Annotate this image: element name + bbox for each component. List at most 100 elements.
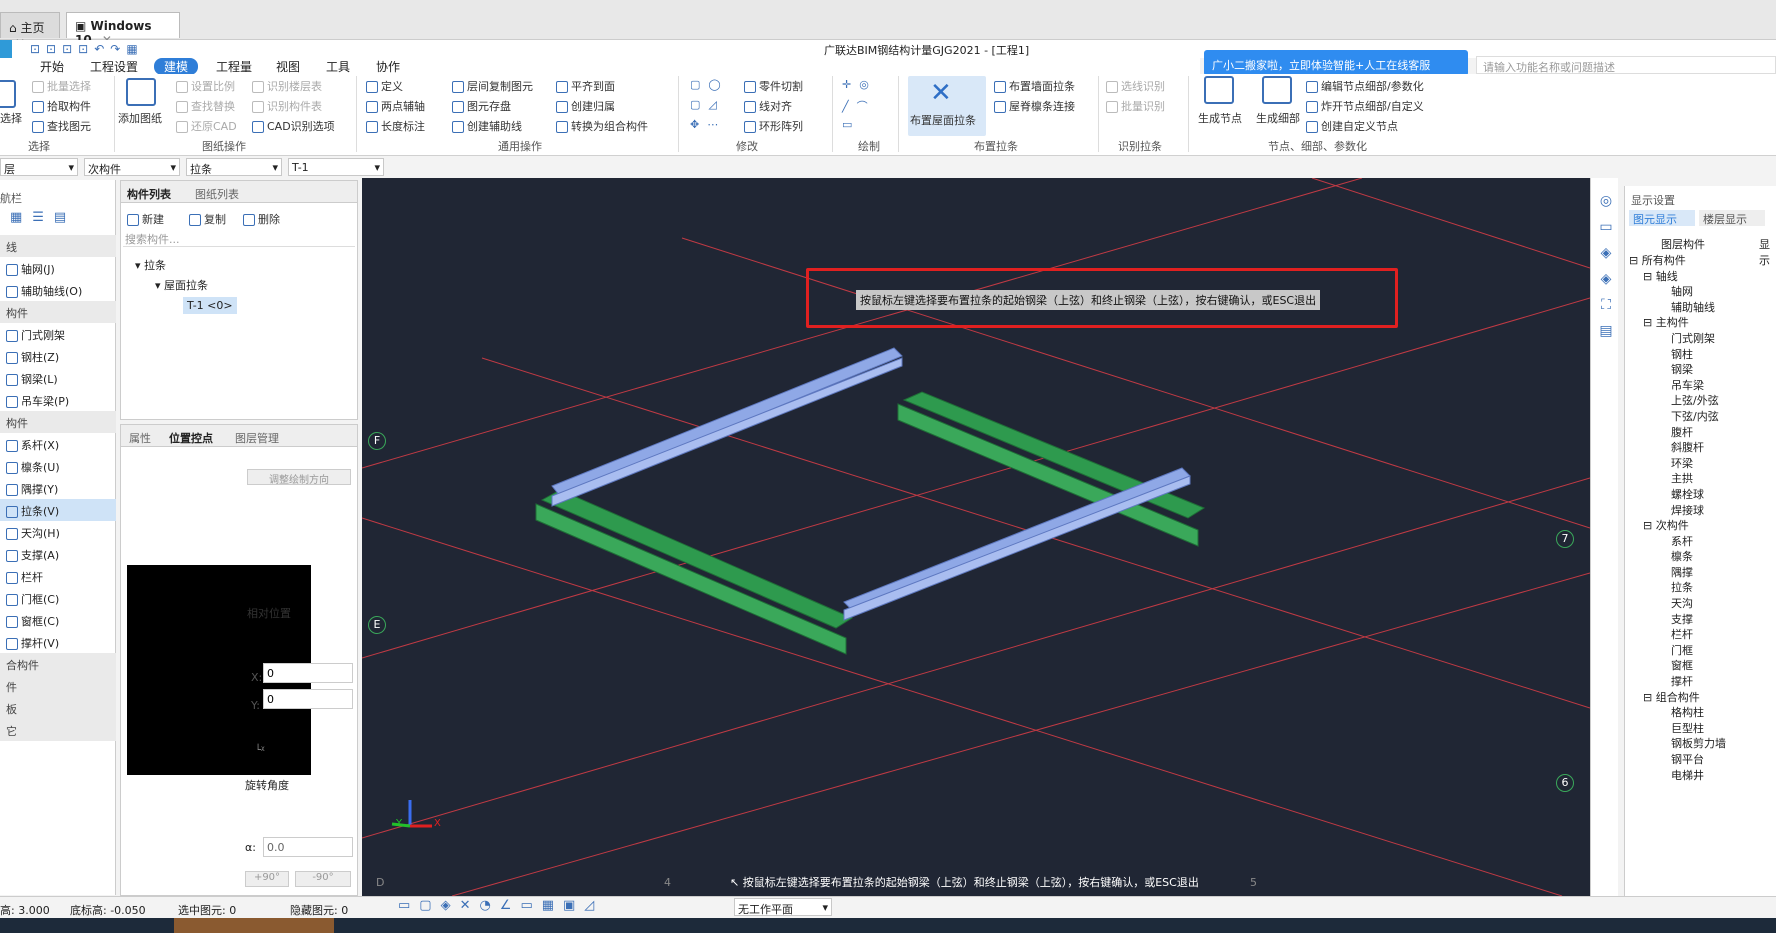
set-scale-button[interactable]: 设置比例 — [176, 78, 235, 94]
layer-tree-item[interactable]: 主拱 — [1625, 470, 1775, 486]
tab-tools[interactable]: 工具 — [322, 58, 354, 75]
create-ownership-button[interactable]: 创建归属 — [556, 98, 615, 114]
layer-tree-item[interactable]: 系杆 — [1625, 533, 1775, 549]
layer-tree-item[interactable]: 撑杆 — [1625, 673, 1775, 689]
explode-node-button[interactable]: 炸开节点细部/自定义 — [1306, 98, 1424, 114]
tab-floor-display[interactable]: 楼层显示 — [1699, 210, 1765, 226]
layer-tree-item[interactable]: 上弦/外弦 — [1625, 392, 1775, 408]
layer-tree-item[interactable]: 门框 — [1625, 642, 1775, 658]
component-search-input[interactable]: 搜索构件... — [123, 229, 355, 247]
steel-beam-green[interactable] — [540, 489, 854, 629]
layer-tree-item[interactable]: 钢柱 — [1625, 346, 1775, 362]
nav-item[interactable]: 钢梁(L) — [0, 367, 116, 389]
workplane-select[interactable]: 无工作平面 ▾ — [734, 898, 832, 916]
layer-tree-item[interactable]: ⊟ 轴线 — [1625, 268, 1775, 284]
find-replace-button[interactable]: 查找替换 — [176, 98, 235, 114]
select-line-recognize-button[interactable]: 选线识别 — [1106, 78, 1165, 94]
nav-item[interactable]: 隅撑(Y) — [0, 477, 116, 499]
tree-node-t1[interactable]: T-1 <0> — [183, 297, 237, 314]
copy-component-button[interactable]: 复制 — [189, 211, 226, 227]
restore-cad-button[interactable]: 还原CAD — [176, 118, 237, 134]
layer-tree-item[interactable]: 辅助轴线 — [1625, 299, 1775, 315]
nav-section[interactable]: 件 — [0, 675, 116, 697]
create-custom-node-button[interactable]: 创建自定义节点 — [1306, 118, 1398, 134]
draw-point-tools[interactable]: ✛◎ — [842, 78, 877, 91]
rotate-plus-90-button[interactable]: +90° — [245, 871, 289, 887]
tab-start[interactable]: 开始 — [36, 58, 68, 75]
draw-rect-tool[interactable]: ▭ — [842, 118, 852, 131]
nav-section[interactable]: 它 — [0, 719, 116, 741]
layer-tree-item[interactable]: 吊车梁 — [1625, 377, 1775, 393]
service-banner[interactable]: 广小二搬家啦，立即体验智能+人工在线客服 — [1204, 50, 1468, 76]
layer-tree-item[interactable]: 栏杆 — [1625, 626, 1775, 642]
tab-properties[interactable]: 属性 — [129, 430, 151, 446]
tab-position-control[interactable]: 位置控点 — [169, 430, 213, 446]
nav-item[interactable]: 檩条(U) — [0, 455, 116, 477]
batch-recognize-button[interactable]: 批量识别 — [1106, 98, 1165, 114]
define-button[interactable]: 定义 — [366, 78, 403, 94]
identify-floor-table-button[interactable]: 识别楼层表 — [252, 78, 322, 94]
layer-tree-item[interactable]: 腹杆 — [1625, 424, 1775, 440]
identify-component-table-button[interactable]: 识别构件表 — [252, 98, 322, 114]
layer-tree-item[interactable]: ⊟ 组合构件 — [1625, 689, 1775, 705]
layer-tree-item[interactable]: 檩条 — [1625, 548, 1775, 564]
layer-tree-item[interactable]: 斜腹杆 — [1625, 439, 1775, 455]
floor-select[interactable]: 层 ▾ — [0, 158, 78, 176]
nav-section[interactable]: 合构件 — [0, 653, 116, 675]
nav-item[interactable]: 天沟(H) — [0, 521, 116, 543]
new-component-button[interactable]: 新建 — [127, 211, 164, 227]
quick-access-toolbar[interactable]: ⊡⊡⊡⊡↶↷▦ — [30, 42, 144, 56]
category-select[interactable]: 次构件 ▾ — [84, 158, 180, 176]
nav-item[interactable]: 支撑(A) — [0, 543, 116, 565]
tab-layer-manage[interactable]: 图层管理 — [235, 430, 279, 446]
part-cut-button[interactable]: 零件切割 — [744, 78, 803, 94]
layer-tree-item[interactable]: 电梯井 — [1625, 767, 1775, 783]
nav-item[interactable]: 撑杆(V) — [0, 631, 116, 653]
nav-item[interactable]: 窗框(C) — [0, 609, 116, 631]
layer-tree-item[interactable]: ⊟ 主构件 — [1625, 314, 1775, 330]
edit-node-detail-button[interactable]: 编辑节点细部/参数化 — [1306, 78, 1424, 94]
layer-tree-item[interactable]: 环梁 — [1625, 455, 1775, 471]
ring-array-button[interactable]: 环形阵列 — [744, 118, 803, 134]
layer-tree-item[interactable]: 天沟 — [1625, 595, 1775, 611]
tab-quantity[interactable]: 工程量 — [212, 58, 256, 75]
nav-item[interactable]: 辅助轴线(O) — [0, 279, 116, 301]
3d-viewport[interactable]: Y X F E D 4 5 6 7 按鼠标左键选择要布置拉条的起始钢梁（上弦）和… — [362, 178, 1590, 896]
nav-item[interactable]: 门框(C) — [0, 587, 116, 609]
generate-detail-icon[interactable] — [1262, 76, 1292, 104]
nav-item[interactable]: 轴网(J) — [0, 257, 116, 279]
generate-node-button[interactable]: 生成节点 — [1198, 110, 1242, 126]
nav-item[interactable]: 拉条(V) — [0, 499, 116, 521]
layer-tree-item[interactable]: 窗框 — [1625, 657, 1775, 673]
layer-tree-item[interactable]: 焊接球 — [1625, 502, 1775, 518]
length-dimension-button[interactable]: 长度标注 — [366, 118, 425, 134]
layer-tree-item[interactable]: 钢平台 — [1625, 751, 1775, 767]
nav-section[interactable]: 构件 — [0, 301, 116, 323]
select-icon[interactable] — [0, 80, 16, 108]
modify-tools-row-2[interactable]: ▢◿ — [690, 98, 725, 111]
adjust-direction-button[interactable]: 调整绘制方向 — [247, 469, 351, 486]
layer-tree-item[interactable]: ⊟ 次构件 — [1625, 517, 1775, 533]
line-align-button[interactable]: 线对齐 — [744, 98, 792, 114]
tab-element-display[interactable]: 图元显示 — [1629, 210, 1695, 226]
component-select[interactable]: T-1 ▾ — [288, 158, 384, 176]
layer-tree-item[interactable]: 支撑 — [1625, 611, 1775, 627]
tree-node-brace[interactable]: ▾ 拉条 — [135, 257, 166, 273]
cad-options-button[interactable]: CAD识别选项 — [252, 118, 335, 134]
flush-to-face-button[interactable]: 平齐到面 — [556, 78, 615, 94]
create-aux-line-button[interactable]: 创建辅助线 — [452, 118, 522, 134]
nav-section[interactable]: 线 — [0, 235, 116, 257]
function-search-input[interactable]: 请输入功能名称或问题描述 — [1476, 56, 1776, 74]
tab-project-settings[interactable]: 工程设置 — [86, 58, 142, 75]
layer-tree-item[interactable]: ⊟ 所有构件 — [1625, 252, 1775, 268]
tab-windows10[interactable]: ▣ Windows 10 ✕ — [66, 12, 180, 47]
layer-tree-item[interactable]: 巨型柱 — [1625, 720, 1775, 736]
layer-tree-item[interactable]: 拉条 — [1625, 579, 1775, 595]
select-button[interactable]: 选择 — [0, 110, 22, 126]
delete-component-button[interactable]: 删除 — [243, 211, 280, 227]
modify-tools-row-1[interactable]: ▢◯ — [690, 78, 729, 91]
layer-tree-item[interactable]: 钢板剪力墙 — [1625, 735, 1775, 751]
nav-section[interactable]: 板 — [0, 697, 116, 719]
collapse-icon[interactable]: ⊟ — [1643, 316, 1656, 329]
nav-item[interactable]: 门式刚架 — [0, 323, 116, 345]
